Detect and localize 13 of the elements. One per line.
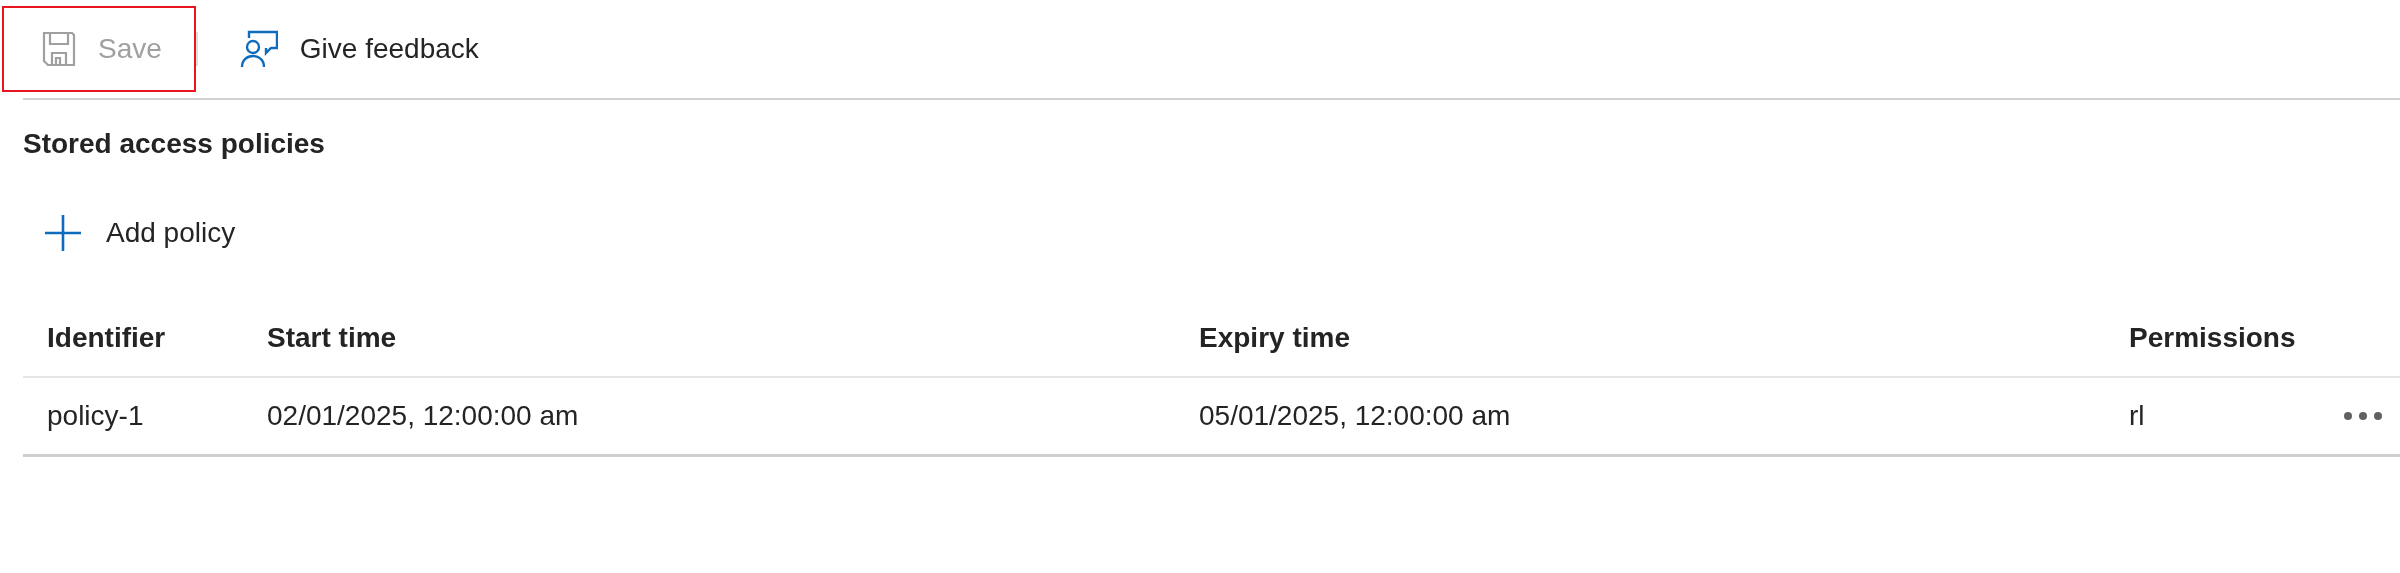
table-cell-text: 05/01/2025, 12:00:00 am <box>1199 400 1512 432</box>
add-policy-button[interactable]: Add policy <box>0 198 236 268</box>
feedback-button[interactable]: Give feedback <box>197 6 513 92</box>
column-header: Permissions <box>2129 322 2297 354</box>
plus-icon <box>44 214 82 252</box>
column-header: Start time <box>267 322 398 354</box>
column-header: Expiry time <box>1199 322 1351 354</box>
table-cell-text: 02/01/2025, 12:00:00 am <box>267 400 580 432</box>
column-header: Identifier <box>47 322 167 354</box>
table-cell-text: policy-1 <box>47 400 145 432</box>
section-title: Stored access policies <box>22 127 326 161</box>
table-cell-text: rl <box>2129 400 2146 432</box>
save-icon <box>42 31 76 67</box>
